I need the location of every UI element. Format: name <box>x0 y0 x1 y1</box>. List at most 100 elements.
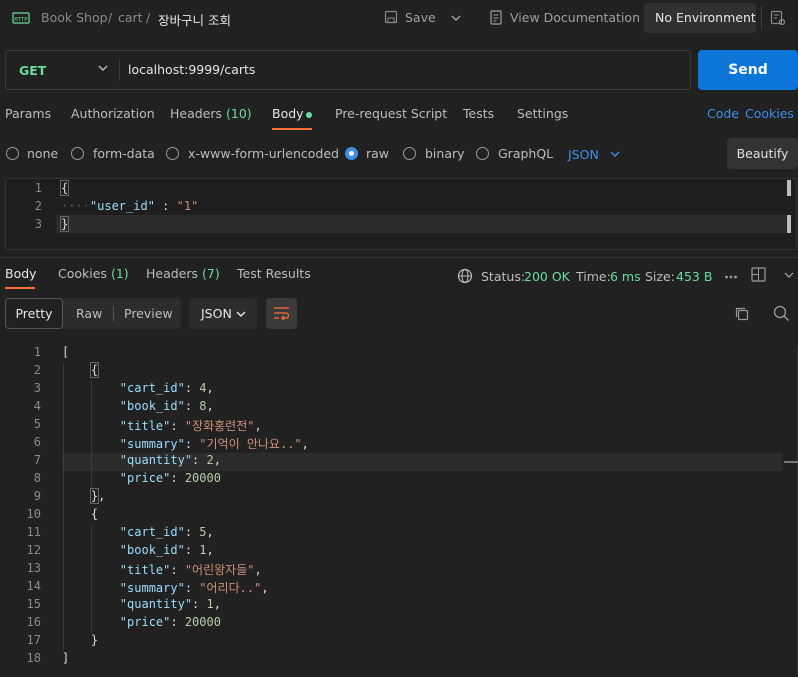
code-token: : <box>184 543 200 557</box>
breadcrumb-collection[interactable]: Book Shop <box>41 10 108 25</box>
save-button[interactable]: Save <box>405 10 436 25</box>
chevron-down-icon[interactable] <box>783 269 795 284</box>
radio-urlencoded[interactable] <box>166 147 179 160</box>
code-token: , <box>206 543 214 557</box>
tab-body[interactable]: Body <box>272 106 304 121</box>
chevron-down-icon[interactable] <box>235 308 247 323</box>
chevron-down-icon[interactable] <box>450 12 462 27</box>
line-number: 15 <box>26 597 41 611</box>
modified-indicator <box>306 112 312 118</box>
copy-icon[interactable] <box>734 306 750 325</box>
json-key: "title" <box>119 563 171 577</box>
send-button[interactable]: Send <box>698 50 798 90</box>
line-number: 16 <box>26 615 41 629</box>
code-text: "book_id": 8, <box>62 399 214 413</box>
status-label: Status: <box>481 269 526 284</box>
request-name[interactable]: 장바구니 조회 <box>158 10 231 29</box>
radio-binary[interactable] <box>403 147 416 160</box>
colon: : <box>154 199 177 213</box>
brace-close: } <box>59 216 70 232</box>
raw-button[interactable]: Raw <box>76 306 102 321</box>
code-text: "title": "어린왕자들", <box>62 561 262 578</box>
status-value[interactable]: 200 OK <box>524 269 570 284</box>
wrap-lines-button[interactable] <box>266 298 297 329</box>
code-token: , <box>301 437 309 451</box>
tab-pre-request-script[interactable]: Pre-request Script <box>335 106 447 121</box>
tab-headers[interactable]: Headers (10) <box>170 106 252 121</box>
headers-count: (7) <box>202 266 220 281</box>
preview-button[interactable]: Preview <box>124 306 173 321</box>
line-number: 10 <box>26 507 41 521</box>
line-number: 11 <box>26 525 41 539</box>
code-link[interactable]: Code <box>707 106 739 121</box>
code-token: , <box>261 581 269 595</box>
headers-count: (10) <box>226 106 252 121</box>
chevron-down-icon[interactable] <box>97 62 109 77</box>
radio-label-graphql: GraphQL <box>498 146 554 161</box>
line-number: 2 <box>34 199 42 213</box>
environment-settings-icon[interactable] <box>770 10 786 29</box>
code-token: : <box>170 615 185 629</box>
code-token: : <box>184 437 200 451</box>
code-line: 17 } <box>0 633 798 651</box>
code-text: "summary": "기억이 안나요..", <box>62 435 309 452</box>
json-value: 4 <box>199 381 207 395</box>
line-number: 5 <box>33 417 41 431</box>
code-line: 3 } <box>5 215 787 233</box>
code-token: , <box>206 399 214 413</box>
pane-divider[interactable] <box>0 257 798 258</box>
code-line: 8 "price": 20000 <box>0 471 798 489</box>
tab-params[interactable]: Params <box>5 106 51 121</box>
line-number: 1 <box>33 345 41 359</box>
breadcrumb-folder[interactable]: cart <box>118 10 143 25</box>
code-token: : <box>192 597 207 611</box>
size-value[interactable]: 453 B <box>676 269 712 284</box>
environment-selector[interactable]: No Environment <box>644 3 756 33</box>
radio-graphql[interactable] <box>476 147 489 160</box>
line-number: 4 <box>33 399 41 413</box>
code-text: "quantity": 1, <box>62 597 221 611</box>
code-token: , <box>254 563 262 577</box>
code-line: 4 "book_id": 8, <box>0 399 798 417</box>
line-number: 1 <box>34 181 42 195</box>
code-line: 11 "cart_id": 5, <box>0 525 798 543</box>
line-number: 6 <box>33 435 41 449</box>
tab-response-cookies[interactable]: Cookies (1) <box>58 266 129 281</box>
more-options-icon[interactable] <box>724 270 738 285</box>
tab-settings[interactable]: Settings <box>517 106 568 121</box>
radio-form-data[interactable] <box>71 147 84 160</box>
radio-none[interactable] <box>6 147 19 160</box>
code-text: [ <box>62 345 69 359</box>
chevron-down-icon[interactable] <box>609 148 621 163</box>
tab-tests[interactable]: Tests <box>463 106 494 121</box>
http-method-select[interactable]: GET <box>19 63 46 78</box>
time-value[interactable]: 6 ms <box>610 269 641 284</box>
url-input[interactable]: localhost:9999/carts <box>128 62 255 77</box>
beautify-button[interactable]: Beautify <box>727 138 798 169</box>
json-key: "user_id" <box>89 199 155 213</box>
pretty-button[interactable]: Pretty <box>5 298 63 329</box>
json-value: 1 <box>206 597 214 611</box>
layout-toggle-icon[interactable] <box>751 267 766 285</box>
tab-test-results[interactable]: Test Results <box>237 266 311 281</box>
code-line: 1 { <box>5 179 787 197</box>
tab-response-headers[interactable]: Headers (7) <box>146 266 220 281</box>
cookies-link[interactable]: Cookies <box>745 106 794 121</box>
body-format-select[interactable]: JSON <box>568 147 599 162</box>
code-token: , <box>213 597 221 611</box>
view-documentation-button[interactable]: View Documentation <box>510 10 640 25</box>
search-icon[interactable] <box>773 305 790 325</box>
code-text: "price": 20000 <box>62 471 221 485</box>
tab-authorization[interactable]: Authorization <box>71 106 155 121</box>
scrollbar-thumb[interactable] <box>787 180 791 196</box>
radio-raw[interactable] <box>345 147 358 160</box>
scrollbar-thumb[interactable] <box>787 215 791 233</box>
tab-response-body[interactable]: Body <box>5 266 37 281</box>
